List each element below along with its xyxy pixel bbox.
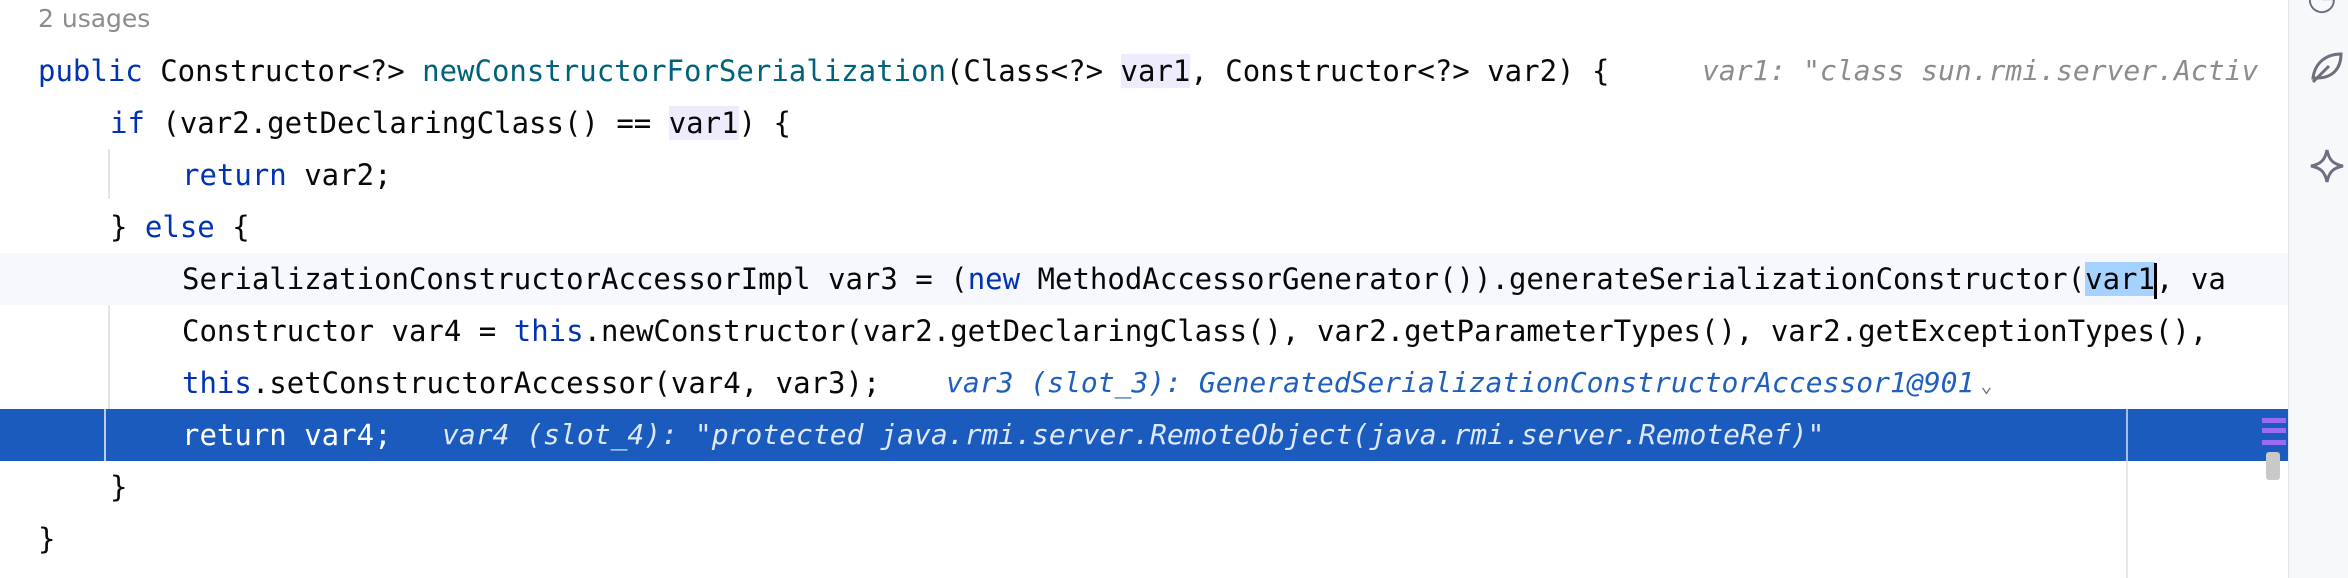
code-line-method-signature[interactable]: public Constructor<?> newConstructorForS… [0,45,2288,97]
debug-inlay-value[interactable]: var3 (slot_3): GeneratedSerializationCon… [946,357,1992,411]
code-text: } else { [110,210,250,244]
indent-guide [104,409,106,461]
code-text: } [110,470,128,504]
var1-usage-highlight: var1 [668,106,739,140]
debug-inlay-value[interactable]: var4 (slot_4): "protected java.rmi.serve… [442,409,1824,461]
leaf-icon [2311,52,2343,84]
right-tool-window-bar: ◔ [2288,0,2348,578]
code-line-if[interactable]: if (var2.getDeclaringClass() == var1) { [0,97,2288,149]
error-stripe-marker[interactable] [2262,440,2286,445]
code-line-new-constructor[interactable]: Constructor var4 = this.newConstructor(v… [0,305,2288,357]
ai-sparkle-icon [2310,149,2344,183]
error-stripe-marker[interactable] [2262,428,2286,433]
chevron-down-icon[interactable]: ⌄ [1980,373,1992,397]
method-name: newConstructorForSerialization [422,54,946,88]
ai-sparkle-icon[interactable] [2307,146,2347,186]
usages-hint[interactable]: 2 usages [38,4,150,33]
code-line-generate-accessor[interactable]: SerializationConstructorAccessorImpl var… [0,253,2288,305]
code-line-execution-point[interactable]: return var4; var4 (slot_4): "protected j… [0,409,2288,461]
code-line-close-else[interactable]: } [0,461,2288,513]
tool-icon[interactable]: ◔ [2307,0,2347,18]
code-line-close-method[interactable]: } [0,513,2288,565]
debug-inlay-value[interactable]: var1: "class sun.rmi.server.Activ [1702,45,2258,97]
code-text: } [38,522,56,556]
code-editor[interactable]: 2 usages public Constructor<?> newConstr… [0,0,2288,578]
error-stripe-marker[interactable] [2262,418,2286,423]
code-line-return-var2[interactable]: return var2; [0,149,2288,201]
code-text: return var4; [182,418,392,452]
code-text: return var2; [182,158,392,192]
right-margin-guide [2126,409,2128,461]
code-text: if (var2.getDeclaringClass() == var1) { [110,106,791,140]
code-text: public Constructor<?> newConstructorForS… [38,54,1610,88]
leaf-icon[interactable] [2307,46,2347,86]
code-text: Constructor var4 = this.newConstructor(v… [182,314,2208,348]
code-text: SerializationConstructorAccessorImpl var… [182,253,2226,305]
selected-var1: var1 [2085,262,2155,296]
code-text: this.setConstructorAccessor(var4, var3); [182,366,881,400]
code-line-else[interactable]: } else { [0,201,2288,253]
scrollbar-thumb[interactable] [2266,452,2280,480]
var1-usage-highlight: var1 [1120,54,1191,88]
code-line-set-accessor[interactable]: this.setConstructorAccessor(var4, var3);… [0,357,2288,409]
